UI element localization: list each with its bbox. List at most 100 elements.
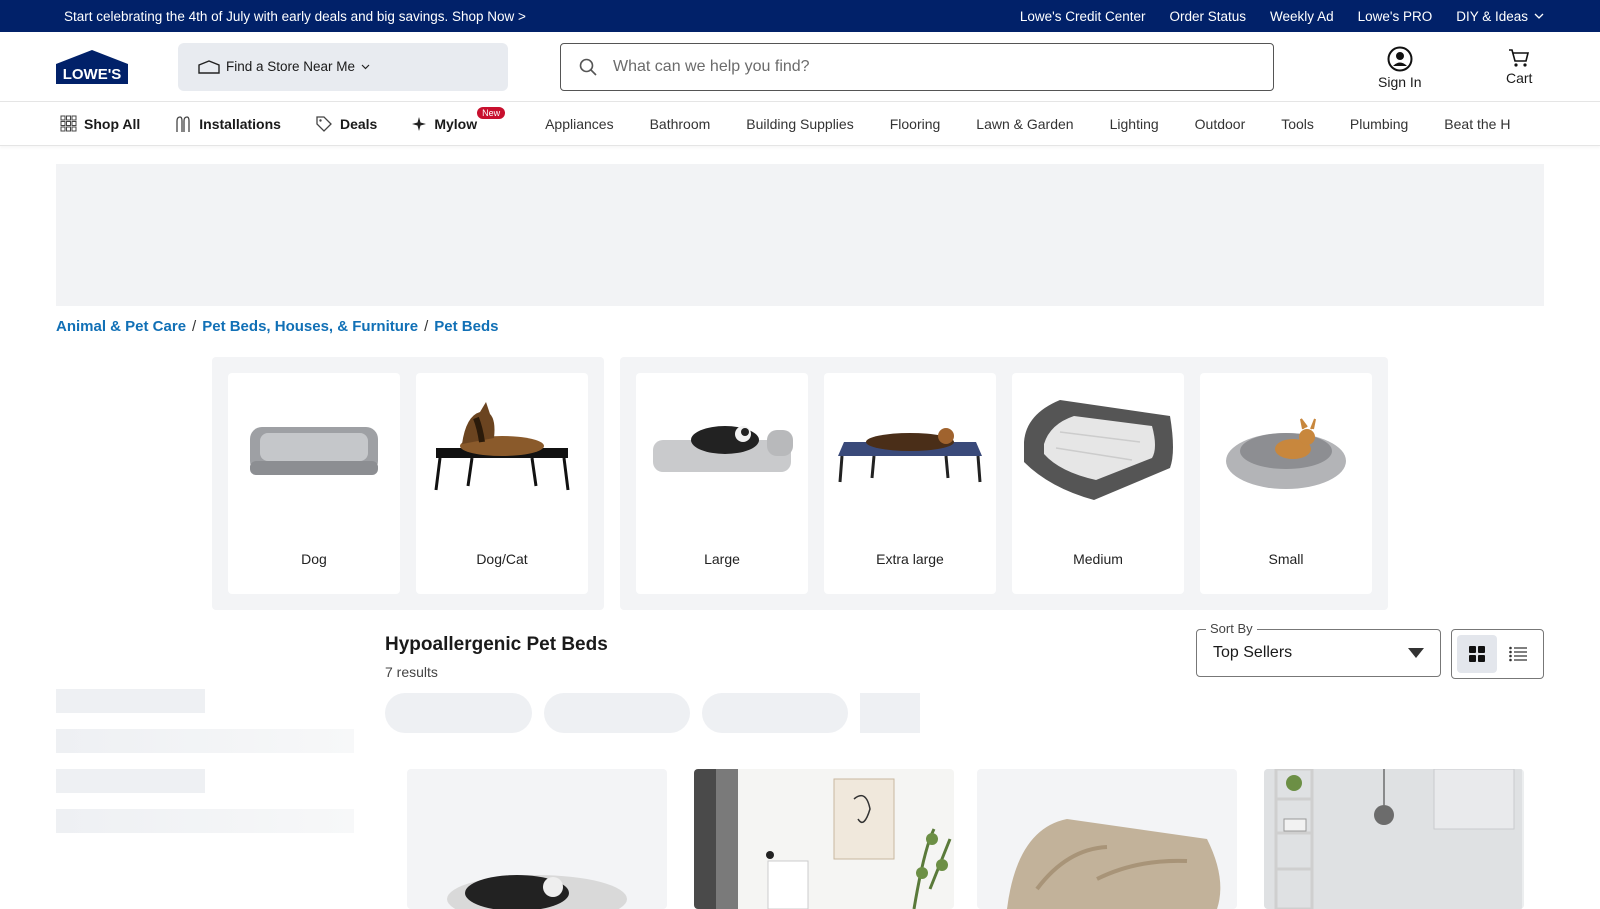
nav-beat-the-heat[interactable]: Beat the H <box>1444 116 1510 132</box>
sort-label: Sort By <box>1206 621 1257 636</box>
sort-dropdown[interactable]: Top Sellers <box>1196 629 1441 677</box>
find-store-button[interactable]: Find a Store Near Me <box>178 42 508 91</box>
list-view-icon <box>1509 646 1528 662</box>
results-title: Hypoallergenic Pet Beds <box>385 634 608 655</box>
list-view-button[interactable] <box>1498 635 1538 673</box>
product-card-image[interactable] <box>977 769 1237 909</box>
caret-down-icon <box>1408 648 1424 658</box>
tile-label: Large <box>704 551 740 567</box>
site-header: LOWE'S Find a Store Near Me Sign In Cart <box>0 32 1600 102</box>
search-bar <box>560 42 1274 91</box>
account-icon <box>1387 46 1413 72</box>
diy-ideas-menu[interactable]: DIY & Ideas <box>1456 9 1544 24</box>
tile-large[interactable]: Large <box>636 373 808 594</box>
search-icon[interactable] <box>579 58 597 76</box>
sparkle-icon <box>412 116 427 131</box>
diy-ideas-label: DIY & Ideas <box>1456 8 1528 24</box>
lowes-logo-icon: LOWE'S <box>56 49 128 84</box>
extra-large-bed-image <box>824 373 996 523</box>
dog-bed-image <box>228 373 400 523</box>
shop-all-menu[interactable]: Shop All <box>60 115 140 132</box>
tile-label: Extra large <box>876 551 944 567</box>
new-badge: New <box>477 106 506 119</box>
store-icon <box>198 59 220 74</box>
sidebar-skeleton <box>56 689 205 713</box>
tile-dog-cat[interactable]: Dog/Cat <box>416 373 588 594</box>
nav-lighting[interactable]: Lighting <box>1110 116 1159 132</box>
small-bed-image <box>1200 373 1372 523</box>
find-store-label: Find a Store Near Me <box>226 59 356 74</box>
cart-icon <box>1509 49 1530 67</box>
large-bed-image <box>636 373 808 523</box>
filter-pill-skeleton <box>385 693 532 733</box>
tile-extra-large[interactable]: Extra large <box>824 373 996 594</box>
cart-button[interactable]: Cart <box>1506 48 1532 86</box>
nav-building-supplies[interactable]: Building Supplies <box>746 116 853 132</box>
order-status-link[interactable]: Order Status <box>1170 9 1247 24</box>
tile-label: Dog/Cat <box>476 551 528 567</box>
deals-menu[interactable]: Deals <box>315 115 377 133</box>
nav-flooring[interactable]: Flooring <box>890 116 941 132</box>
svg-text:LOWE'S: LOWE'S <box>63 66 122 83</box>
promo-bar: Start celebrating the 4th of July with e… <box>0 0 1600 32</box>
sidebar-skeleton <box>56 729 354 753</box>
results-count: 7 results <box>385 664 438 680</box>
breadcrumb-separator: / <box>192 318 197 335</box>
search-input[interactable] <box>613 57 1273 76</box>
tile-label: Dog <box>301 551 327 567</box>
size-tiles: Large Extra large Medium Small <box>620 357 1388 610</box>
promo-banner-placeholder <box>56 164 1544 306</box>
nav-outdoor[interactable]: Outdoor <box>1195 116 1246 132</box>
filter-pill-skeleton <box>860 693 920 733</box>
nav-tools[interactable]: Tools <box>1281 116 1314 132</box>
nav-bathroom[interactable]: Bathroom <box>650 116 711 132</box>
tag-icon <box>316 115 332 132</box>
installations-menu[interactable]: Installations <box>174 115 281 133</box>
lowes-logo[interactable]: LOWE'S <box>56 49 128 84</box>
tile-label: Small <box>1268 551 1304 567</box>
nav-plumbing[interactable]: Plumbing <box>1350 116 1408 132</box>
shop-all-label: Shop All <box>84 115 141 132</box>
sidebar-skeleton <box>56 809 354 833</box>
breadcrumb: Animal & Pet Care / Pet Beds, Houses, & … <box>56 318 498 335</box>
sign-in-label: Sign In <box>1378 74 1422 90</box>
sidebar-skeleton <box>56 769 205 793</box>
medium-bed-image <box>1012 373 1184 523</box>
grid-view-icon <box>1468 646 1485 662</box>
lowes-pro-link[interactable]: Lowe's PRO <box>1358 9 1433 24</box>
mylow-menu[interactable]: Mylow New <box>411 106 506 132</box>
product-card-image[interactable] <box>694 769 954 909</box>
grid-view-button[interactable] <box>1456 635 1497 673</box>
nav-appliances[interactable]: Appliances <box>545 116 614 132</box>
category-links: Appliances Bathroom Building Supplies Fl… <box>545 116 1510 132</box>
tile-dog[interactable]: Dog <box>228 373 400 594</box>
tile-small[interactable]: Small <box>1200 373 1372 594</box>
breadcrumb-pet-beds-houses[interactable]: Pet Beds, Houses, & Furniture <box>202 318 418 335</box>
filter-pill-skeleton <box>702 693 848 733</box>
pet-type-tiles: Dog Dog/Cat <box>212 357 604 610</box>
credit-center-link[interactable]: Lowe's Credit Center <box>1020 9 1146 24</box>
filter-pill-skeleton <box>544 693 690 733</box>
breadcrumb-pet-beds[interactable]: Pet Beds <box>434 318 498 335</box>
chevron-down-icon <box>1534 13 1544 19</box>
weekly-ad-link[interactable]: Weekly Ad <box>1270 9 1334 24</box>
chevron-down-icon <box>361 64 370 69</box>
cart-label: Cart <box>1506 70 1533 86</box>
tile-label: Medium <box>1073 551 1123 567</box>
installations-icon <box>176 115 190 132</box>
sign-in-button[interactable]: Sign In <box>1378 46 1422 90</box>
elevated-bed-dog-image <box>416 373 588 523</box>
mylow-label: Mylow <box>434 115 478 132</box>
product-card-image[interactable] <box>407 769 667 909</box>
view-toggle <box>1451 629 1544 679</box>
product-card-image[interactable] <box>1264 769 1524 909</box>
nav-lawn-garden[interactable]: Lawn & Garden <box>976 116 1073 132</box>
promo-link[interactable]: Start celebrating the 4th of July with e… <box>64 9 526 24</box>
utility-links: Lowe's Credit Center Order Status Weekly… <box>1020 9 1544 24</box>
breadcrumb-animal-pet-care[interactable]: Animal & Pet Care <box>56 318 186 335</box>
grid-icon <box>60 115 77 132</box>
breadcrumb-separator: / <box>424 318 429 335</box>
deals-label: Deals <box>339 115 378 132</box>
main-nav: Shop All Installations Deals Mylow New A… <box>0 102 1600 146</box>
tile-medium[interactable]: Medium <box>1012 373 1184 594</box>
